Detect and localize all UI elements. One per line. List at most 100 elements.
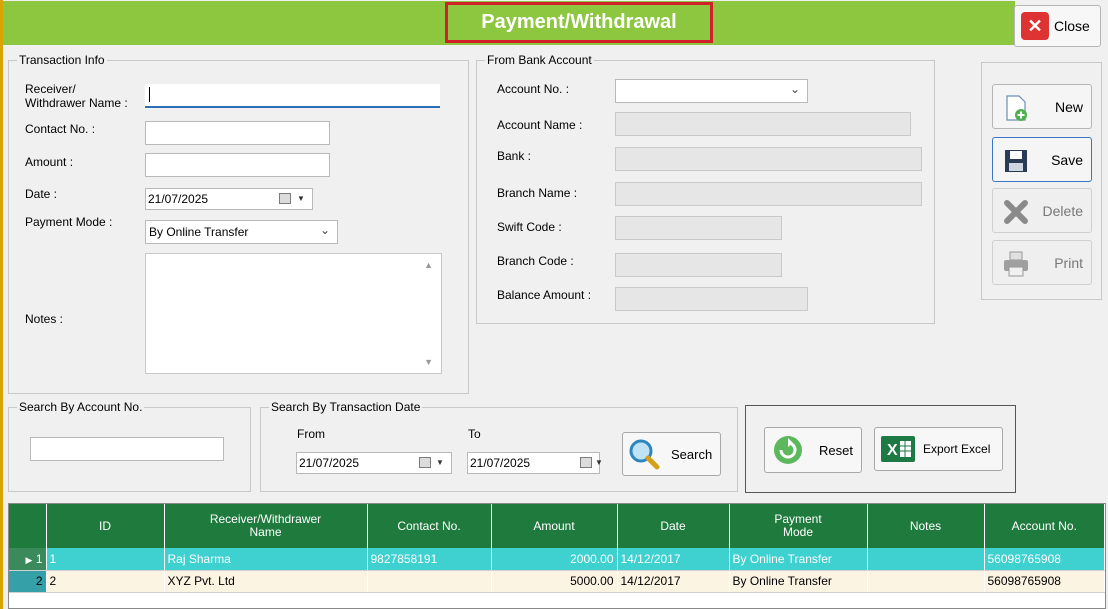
col-header-account[interactable]: Account No. bbox=[984, 504, 1105, 548]
refresh-icon bbox=[774, 436, 802, 464]
from-date-picker[interactable]: 21/07/2025 ▼ bbox=[296, 452, 452, 474]
col-header-mode[interactable]: Payment Mode bbox=[729, 504, 868, 548]
to-label: To bbox=[468, 427, 481, 441]
amount-input[interactable] bbox=[145, 153, 330, 177]
close-label: Close bbox=[1054, 18, 1090, 34]
close-icon: ✕ bbox=[1021, 12, 1049, 40]
delete-button[interactable]: Delete bbox=[992, 188, 1092, 233]
scroll-up-icon[interactable]: ▲ bbox=[424, 260, 433, 270]
from-label: From bbox=[297, 427, 325, 441]
dropdown-arrow-icon: ▼ bbox=[436, 458, 444, 467]
calendar-icon bbox=[419, 457, 431, 468]
date-label: Date : bbox=[25, 187, 58, 201]
export-excel-label: Export Excel bbox=[923, 442, 991, 456]
notes-label: Notes : bbox=[25, 312, 64, 326]
col-header-notes[interactable]: Notes bbox=[867, 504, 985, 548]
col-header-receiver[interactable]: Receiver/Withdrawer Name bbox=[164, 504, 368, 548]
left-accent-bar bbox=[0, 0, 3, 609]
account-no-label: Account No. : bbox=[497, 82, 570, 96]
window-title: Payment/Withdrawal bbox=[445, 2, 713, 43]
col-header-mode-line1: Payment bbox=[774, 512, 822, 526]
cell-contact[interactable] bbox=[367, 570, 492, 593]
dropdown-arrow-icon: ▼ bbox=[595, 458, 603, 467]
cell-account[interactable]: 56098765908 bbox=[984, 548, 1105, 571]
print-button[interactable]: Print bbox=[992, 240, 1092, 285]
bank-account-legend: From Bank Account bbox=[487, 53, 592, 67]
svg-text:X: X bbox=[887, 442, 898, 459]
chevron-down-icon: ⌄ bbox=[319, 223, 330, 237]
transactions-grid[interactable]: ID Receiver/Withdrawer Name Contact No. … bbox=[8, 503, 1106, 609]
cell-id[interactable]: 2 bbox=[46, 570, 165, 593]
reset-button[interactable]: Reset bbox=[764, 427, 862, 473]
payment-mode-value: By Online Transfer bbox=[149, 225, 249, 239]
account-no-select[interactable]: ⌄ bbox=[615, 79, 808, 103]
balance-amount-label: Balance Amount : bbox=[497, 288, 592, 302]
reset-label: Reset bbox=[819, 442, 853, 458]
search-button[interactable]: Search bbox=[622, 432, 721, 476]
search-label: Search bbox=[671, 446, 713, 462]
cell-amount[interactable]: 5000.00 bbox=[491, 570, 618, 593]
search-account-legend: Search By Account No. bbox=[19, 400, 143, 414]
cell-date[interactable]: 14/12/2017 bbox=[617, 570, 730, 593]
cell-account[interactable]: 56098765908 bbox=[984, 570, 1105, 593]
col-header-id[interactable]: ID bbox=[46, 504, 165, 548]
date-value: 21/07/2025 bbox=[148, 192, 209, 206]
payment-mode-label: Payment Mode : bbox=[25, 215, 113, 229]
cell-contact[interactable]: 9827858191 bbox=[367, 548, 492, 571]
cell-notes[interactable] bbox=[867, 548, 985, 571]
calendar-icon bbox=[580, 457, 592, 468]
calendar-icon bbox=[279, 193, 291, 204]
col-header-contact[interactable]: Contact No. bbox=[367, 504, 492, 548]
cell-date[interactable]: 14/12/2017 bbox=[617, 548, 730, 571]
cell-notes[interactable] bbox=[867, 570, 985, 593]
cell-id[interactable]: 1 bbox=[46, 548, 165, 571]
save-button[interactable]: Save bbox=[992, 137, 1092, 182]
branch-code-field bbox=[615, 253, 782, 277]
row-header[interactable]: ▶ 1 bbox=[9, 548, 47, 571]
save-label: Save bbox=[1051, 151, 1083, 168]
table-header-row: ID Receiver/Withdrawer Name Contact No. … bbox=[9, 504, 1105, 548]
cell-mode[interactable]: By Online Transfer bbox=[729, 570, 868, 593]
close-button[interactable]: ✕ Close bbox=[1014, 5, 1101, 47]
export-excel-button[interactable]: X Export Excel bbox=[874, 427, 1003, 471]
branch-code-label: Branch Code : bbox=[497, 254, 574, 268]
transactions-table: ID Receiver/Withdrawer Name Contact No. … bbox=[9, 504, 1105, 593]
notes-textarea[interactable]: ▲ ▼ bbox=[145, 253, 442, 374]
cell-name[interactable]: XYZ Pvt. Ltd bbox=[164, 570, 368, 593]
date-picker[interactable]: 21/07/2025 ▼ bbox=[145, 188, 313, 210]
cell-mode[interactable]: By Online Transfer bbox=[729, 548, 868, 571]
search-account-input[interactable] bbox=[30, 437, 224, 461]
col-header-receiver-line1: Receiver/Withdrawer bbox=[209, 512, 322, 526]
payment-mode-select[interactable]: By Online Transfer ⌄ bbox=[145, 220, 338, 244]
col-header-date[interactable]: Date bbox=[617, 504, 730, 548]
delete-x-icon bbox=[1004, 200, 1028, 224]
from-date-value: 21/07/2025 bbox=[299, 456, 360, 470]
table-row[interactable]: 2 2 XYZ Pvt. Ltd 5000.00 14/12/2017 By O… bbox=[9, 570, 1105, 593]
receiver-name-input[interactable] bbox=[145, 84, 440, 108]
dropdown-arrow-icon: ▼ bbox=[297, 194, 305, 203]
scroll-down-icon[interactable]: ▼ bbox=[424, 357, 433, 367]
branch-name-field bbox=[615, 182, 922, 206]
bank-label: Bank : bbox=[497, 149, 532, 163]
receiver-label-line1: Receiver/ bbox=[25, 82, 76, 96]
account-name-field bbox=[615, 112, 911, 136]
row-header-corner bbox=[9, 504, 47, 548]
new-button[interactable]: New bbox=[992, 84, 1092, 129]
new-document-icon bbox=[1006, 95, 1027, 121]
to-date-picker[interactable]: 21/07/2025 ▼ bbox=[467, 452, 603, 474]
excel-icon: X bbox=[881, 436, 915, 462]
printer-icon bbox=[1004, 251, 1028, 277]
col-header-mode-line2: Mode bbox=[782, 525, 814, 539]
col-header-amount[interactable]: Amount bbox=[491, 504, 618, 548]
cell-amount[interactable]: 2000.00 bbox=[491, 548, 618, 571]
balance-amount-field bbox=[615, 287, 808, 311]
swift-code-label: Swift Code : bbox=[497, 220, 562, 234]
branch-name-label: Branch Name : bbox=[497, 186, 578, 200]
to-date-value: 21/07/2025 bbox=[470, 456, 531, 470]
bank-field bbox=[615, 147, 922, 171]
contact-input[interactable] bbox=[145, 121, 330, 145]
cell-name[interactable]: Raj Sharma bbox=[164, 548, 368, 571]
table-row[interactable]: ▶ 1 1 Raj Sharma 9827858191 2000.00 14/1… bbox=[9, 548, 1105, 571]
contact-label: Contact No. : bbox=[25, 122, 96, 136]
row-header[interactable]: 2 bbox=[9, 570, 47, 593]
